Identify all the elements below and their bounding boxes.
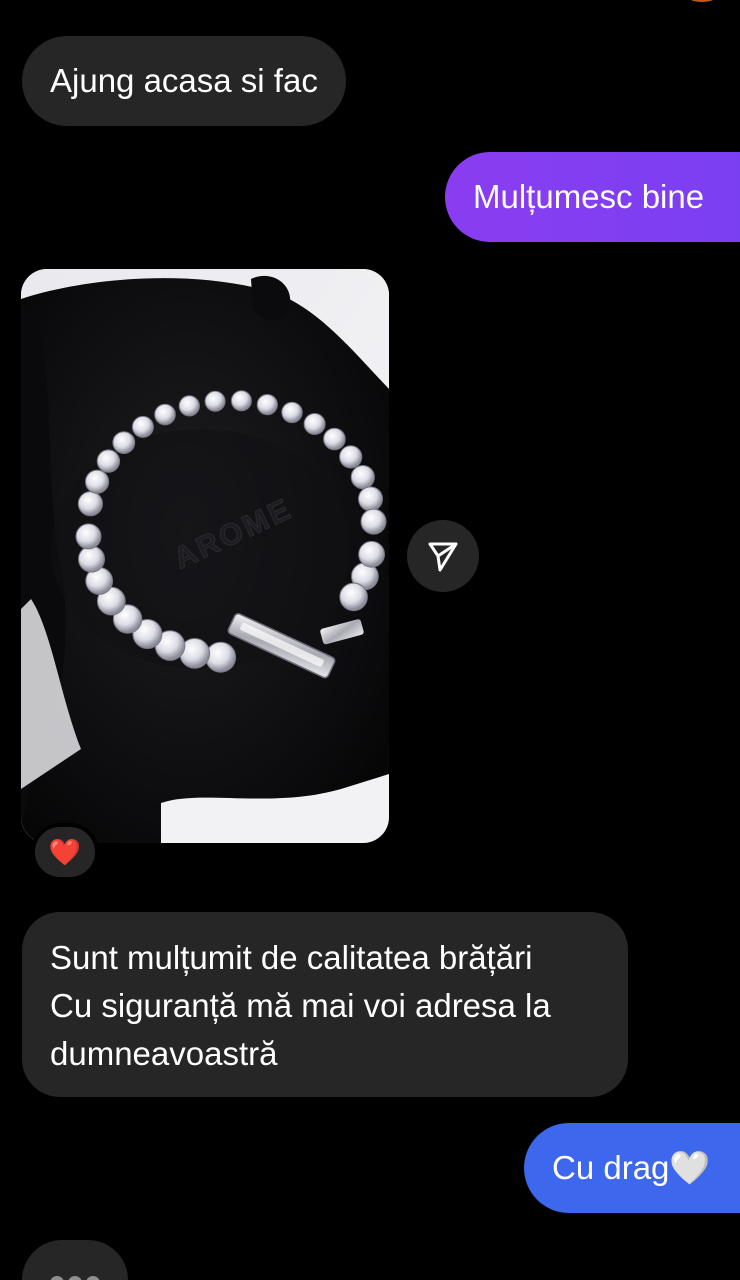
bracelet-gem [205, 641, 237, 673]
bracelet-gem [230, 390, 252, 412]
typing-dot [50, 1276, 64, 1280]
bracelet-gem [360, 508, 387, 535]
message-text-line: Sunt mulțumit de calitatea brățări [50, 939, 533, 976]
chat-screen: Ajung acasa si fac Mulțumesc bine AROME … [0, 0, 740, 1280]
typing-indicator [22, 1240, 128, 1280]
bracelet-gem [358, 486, 383, 512]
message-bubble-incoming[interactable]: Ajung acasa si fac [22, 36, 346, 126]
bracelet-gem [303, 413, 326, 435]
message-text: Ajung acasa si fac [50, 62, 318, 99]
typing-dot [68, 1276, 82, 1280]
bracelet-gem [154, 403, 176, 426]
message-text-line: Cu siguranță mă mai voi adresa la [50, 987, 551, 1024]
avatar [682, 0, 722, 2]
bracelet-gem [204, 390, 226, 412]
bracelet-gem [131, 415, 154, 438]
bracelet-gem [339, 445, 363, 469]
bracelet-gem [85, 469, 110, 494]
message-bubble-outgoing[interactable]: Cu drag🤍 [524, 1123, 740, 1213]
message-bubble-incoming[interactable]: Sunt mulțumit de calitatea brățări Cu si… [22, 912, 628, 1097]
bracelet-gem [77, 491, 104, 517]
bracelet-gem [256, 394, 278, 416]
bracelet-gem [75, 523, 102, 550]
bracelet-gem [358, 540, 386, 568]
bracelet-gem [339, 582, 368, 612]
message-text-line: dumneavoastră [50, 1035, 278, 1072]
bracelet-gem [281, 401, 303, 424]
message-bubble-outgoing[interactable]: Mulțumesc bine [445, 152, 740, 242]
bracelet-photo: AROME [21, 269, 389, 843]
bracelet-gem [112, 431, 136, 455]
message-text: Mulțumesc bine [473, 178, 705, 215]
bracelet-gem [323, 427, 346, 451]
heart-reaction[interactable]: ❤️ [31, 823, 99, 881]
heart-icon: ❤️ [48, 837, 82, 867]
bracelet-gem [178, 395, 200, 417]
bracelet-gem [78, 545, 105, 573]
bracelet-gem [350, 465, 375, 490]
photo-message[interactable]: AROME [21, 269, 389, 843]
share-button[interactable] [407, 520, 479, 592]
bracelet-gem [96, 449, 121, 473]
paper-plane-icon [428, 542, 458, 572]
message-text: Cu drag🤍 [552, 1149, 711, 1186]
typing-dot [86, 1276, 100, 1280]
